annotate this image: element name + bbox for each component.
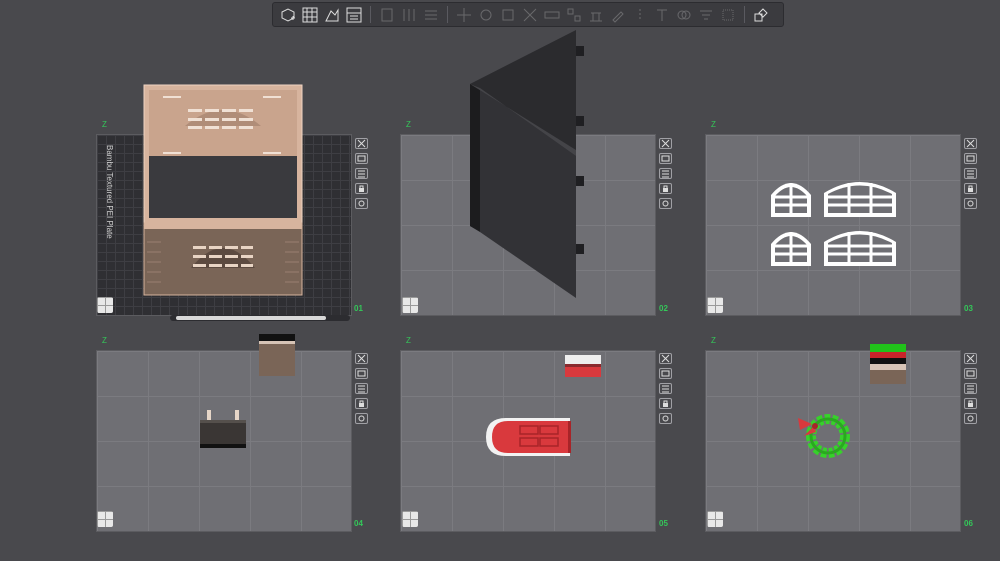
delete-plate-icon[interactable] [659, 353, 672, 364]
wall-panel-bottom[interactable] [143, 222, 303, 296]
window-model-small-2[interactable] [769, 226, 813, 268]
plate-06-z-axis-label: Z [711, 336, 716, 345]
build-plate-03[interactable] [705, 134, 961, 316]
plate-02-logo-icon [402, 297, 418, 313]
plate-01-z-axis-label: Z [102, 120, 107, 129]
plate-04-z-axis-label: Z [102, 336, 107, 345]
top-toolbar [272, 2, 784, 27]
delete-plate-icon[interactable] [355, 138, 368, 149]
orient-plate-icon[interactable] [964, 383, 977, 394]
lock-plate-icon[interactable] [964, 398, 977, 409]
plate-03-z-axis-label: Z [711, 120, 716, 129]
delete-plate-icon[interactable] [355, 353, 368, 364]
corner-wall-model[interactable] [466, 26, 590, 302]
lock-plate-icon[interactable] [355, 398, 368, 409]
rotate-icon[interactable] [477, 6, 495, 24]
plate-04-number: 04 [354, 519, 363, 528]
toolbar-divider [370, 6, 371, 23]
orient-plate-icon[interactable] [659, 168, 672, 179]
toolbar-divider [447, 6, 448, 23]
delete-plate-icon[interactable] [659, 138, 672, 149]
arrange-plate-icon[interactable] [964, 368, 977, 379]
filament-swatch-05 [565, 355, 601, 377]
plate-05-number: 05 [659, 519, 668, 528]
orient-plate-icon[interactable] [355, 383, 368, 394]
plate-01-scrollbar[interactable] [170, 315, 350, 321]
toolbar-divider [744, 6, 745, 23]
plate-01-logo-icon [97, 297, 113, 313]
fuzzy-icon[interactable] [719, 6, 737, 24]
plate-05-z-axis-label: Z [406, 336, 411, 345]
lock-plate-icon[interactable] [659, 183, 672, 194]
plate-03-tools [964, 138, 978, 213]
mesh-boolean-icon[interactable] [675, 6, 693, 24]
arrange-plate-icon[interactable] [355, 153, 368, 164]
plate-settings-gear-icon[interactable] [964, 413, 977, 424]
plate-02-number: 02 [659, 304, 668, 313]
seam-icon[interactable] [631, 6, 649, 24]
layer-icon[interactable] [378, 6, 396, 24]
plate-settings-gear-icon[interactable] [659, 413, 672, 424]
delete-plate-icon[interactable] [964, 353, 977, 364]
arrange-plate-icon[interactable] [964, 153, 977, 164]
wreath-model[interactable] [784, 410, 860, 460]
plate-settings-gear-icon[interactable] [964, 198, 977, 209]
orient-plate-icon[interactable] [964, 168, 977, 179]
plate-04-logo-icon [97, 511, 113, 527]
delete-plate-icon[interactable] [964, 138, 977, 149]
measure-icon[interactable] [543, 6, 561, 24]
plate-settings-gear-icon[interactable] [355, 198, 368, 209]
window-model-small-1[interactable] [769, 177, 813, 219]
arrange-grid-icon[interactable] [301, 6, 319, 24]
plate-01-number: 01 [354, 304, 363, 313]
paint-icon[interactable] [609, 6, 627, 24]
filament-swatch-06 [870, 344, 906, 384]
plate-01-type-label: Bambu Textured PEI Plate [105, 145, 114, 239]
plate-06-number: 06 [964, 519, 973, 528]
door-model[interactable] [484, 416, 574, 458]
window-model-large-1[interactable] [822, 177, 898, 219]
window-model-large-2[interactable] [822, 226, 898, 268]
lock-plate-icon[interactable] [964, 183, 977, 194]
cut-icon[interactable] [521, 6, 539, 24]
orient-plate-icon[interactable] [355, 168, 368, 179]
lock-plate-icon[interactable] [355, 183, 368, 194]
scale-icon[interactable] [499, 6, 517, 24]
arrange-plate-icon[interactable] [659, 368, 672, 379]
plate-02-tools [659, 138, 673, 213]
plate-04-tools [355, 353, 369, 428]
add-plate-icon[interactable] [279, 6, 297, 24]
list-icon[interactable] [422, 6, 440, 24]
plate-01-tools [355, 138, 369, 213]
plate-06-logo-icon [707, 511, 723, 527]
wall-panel-top[interactable] [143, 84, 303, 224]
chimney-model[interactable] [198, 410, 248, 450]
assembly-icon[interactable] [565, 6, 583, 24]
shapes-icon[interactable] [752, 6, 770, 24]
plate-01-scroll-thumb[interactable] [176, 316, 326, 320]
text-icon[interactable] [653, 6, 671, 24]
variable-layer-icon[interactable] [697, 6, 715, 24]
plate-05-logo-icon [402, 511, 418, 527]
plate-06-tools [964, 353, 978, 428]
plate-settings-gear-icon[interactable] [355, 413, 368, 424]
plate-02-z-axis-label: Z [406, 120, 411, 129]
filament-swatch-04 [259, 334, 295, 376]
support-icon[interactable] [587, 6, 605, 24]
plate-settings-gear-icon[interactable] [659, 198, 672, 209]
lock-plate-icon[interactable] [659, 398, 672, 409]
arrange-plate-icon[interactable] [355, 368, 368, 379]
plate-03-logo-icon [707, 297, 723, 313]
auto-orient-icon[interactable] [323, 6, 341, 24]
orient-plate-icon[interactable] [659, 383, 672, 394]
split-icon[interactable] [400, 6, 418, 24]
plate-03-number: 03 [964, 304, 973, 313]
plate-05-tools [659, 353, 673, 428]
move-icon[interactable] [455, 6, 473, 24]
arrange-plate-icon[interactable] [659, 153, 672, 164]
plate-settings-icon[interactable] [345, 6, 363, 24]
